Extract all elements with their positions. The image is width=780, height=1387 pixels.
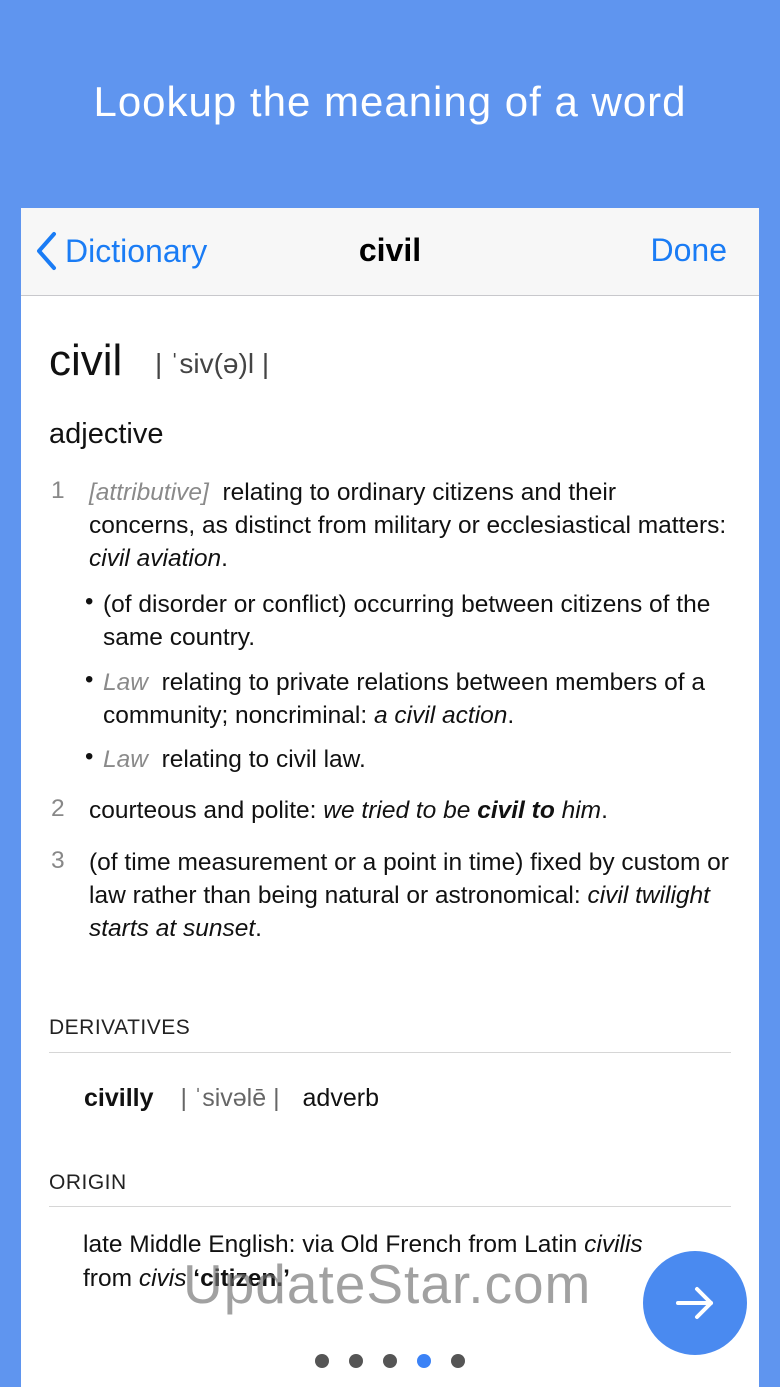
part-of-speech: adjective [49,418,164,450]
bullet-icon: • [85,743,94,770]
derivative-entry: civilly | ˈsivəlē | adverb [84,1084,379,1113]
pronunciation: | ˈsiv(ə)l | [155,348,270,379]
divider [49,1206,731,1207]
sense-label: [attributive] [89,479,209,506]
dictionary-card: Dictionary civil Done civil | ˈsiv(ə)l |… [21,208,759,1387]
page-dot[interactable] [383,1354,397,1368]
watermark: UpdateStar.com [183,1253,592,1315]
subsense-label: Law [103,746,148,773]
sense-definition: [attributive] relating to ordinary citiz… [89,479,727,572]
nav-title: civil [358,232,422,268]
subsense-definition: Law relating to civil law. [103,743,733,776]
sense-text: courteous and polite: [89,797,317,824]
subsense-example: a civil action [373,702,508,729]
subsense-definition: (of disorder or conflict) occurring betw… [103,588,733,654]
subsense-definition: Law relating to private relations betwee… [103,669,705,729]
bullet-icon: • [85,666,94,693]
navigation-bar: Dictionary civil Done [21,208,759,296]
sense-example-bold: civil to [477,797,555,824]
derivative-pronunciation: | ˈsivəlē | [180,1084,280,1112]
sense-example: we tried to be [323,797,471,824]
origin-latin: civis [138,1265,187,1292]
next-button[interactable] [643,1251,747,1355]
subsense-text: (of disorder or conflict) occurring betw… [103,591,711,651]
sense-number: 2 [51,795,65,822]
origin-title: ORIGIN [49,1171,127,1194]
bullet-icon: • [85,588,94,615]
subsense-label: Law [103,669,148,696]
sense-number: 1 [51,477,65,504]
subsense-text: relating to civil law. [161,746,366,773]
done-button[interactable]: Done [651,232,728,269]
sense-definition: courteous and polite: we tried to be civ… [89,797,608,824]
derivative-word: civilly [84,1084,154,1112]
origin-text-part: from [83,1265,132,1292]
derivative-pos: adverb [302,1084,379,1112]
headword: civil [49,336,123,385]
headline: Lookup the meaning of a word [93,78,687,125]
page-indicator[interactable] [21,1354,759,1368]
page-dot[interactable] [451,1354,465,1368]
derivatives-title: DERIVATIVES [49,1016,191,1039]
sense-example: civil aviation [89,545,222,572]
page-dot[interactable] [315,1354,329,1368]
divider [49,1052,731,1053]
arrow-right-icon [676,1287,713,1319]
origin-latin: civilis [584,1231,643,1258]
sense-definition: (of time measurement or a point in time)… [89,849,729,942]
sense-example: him [561,797,602,824]
page-dot[interactable] [349,1354,363,1368]
page-dot-active[interactable] [417,1354,431,1368]
sense-number: 3 [51,847,65,874]
